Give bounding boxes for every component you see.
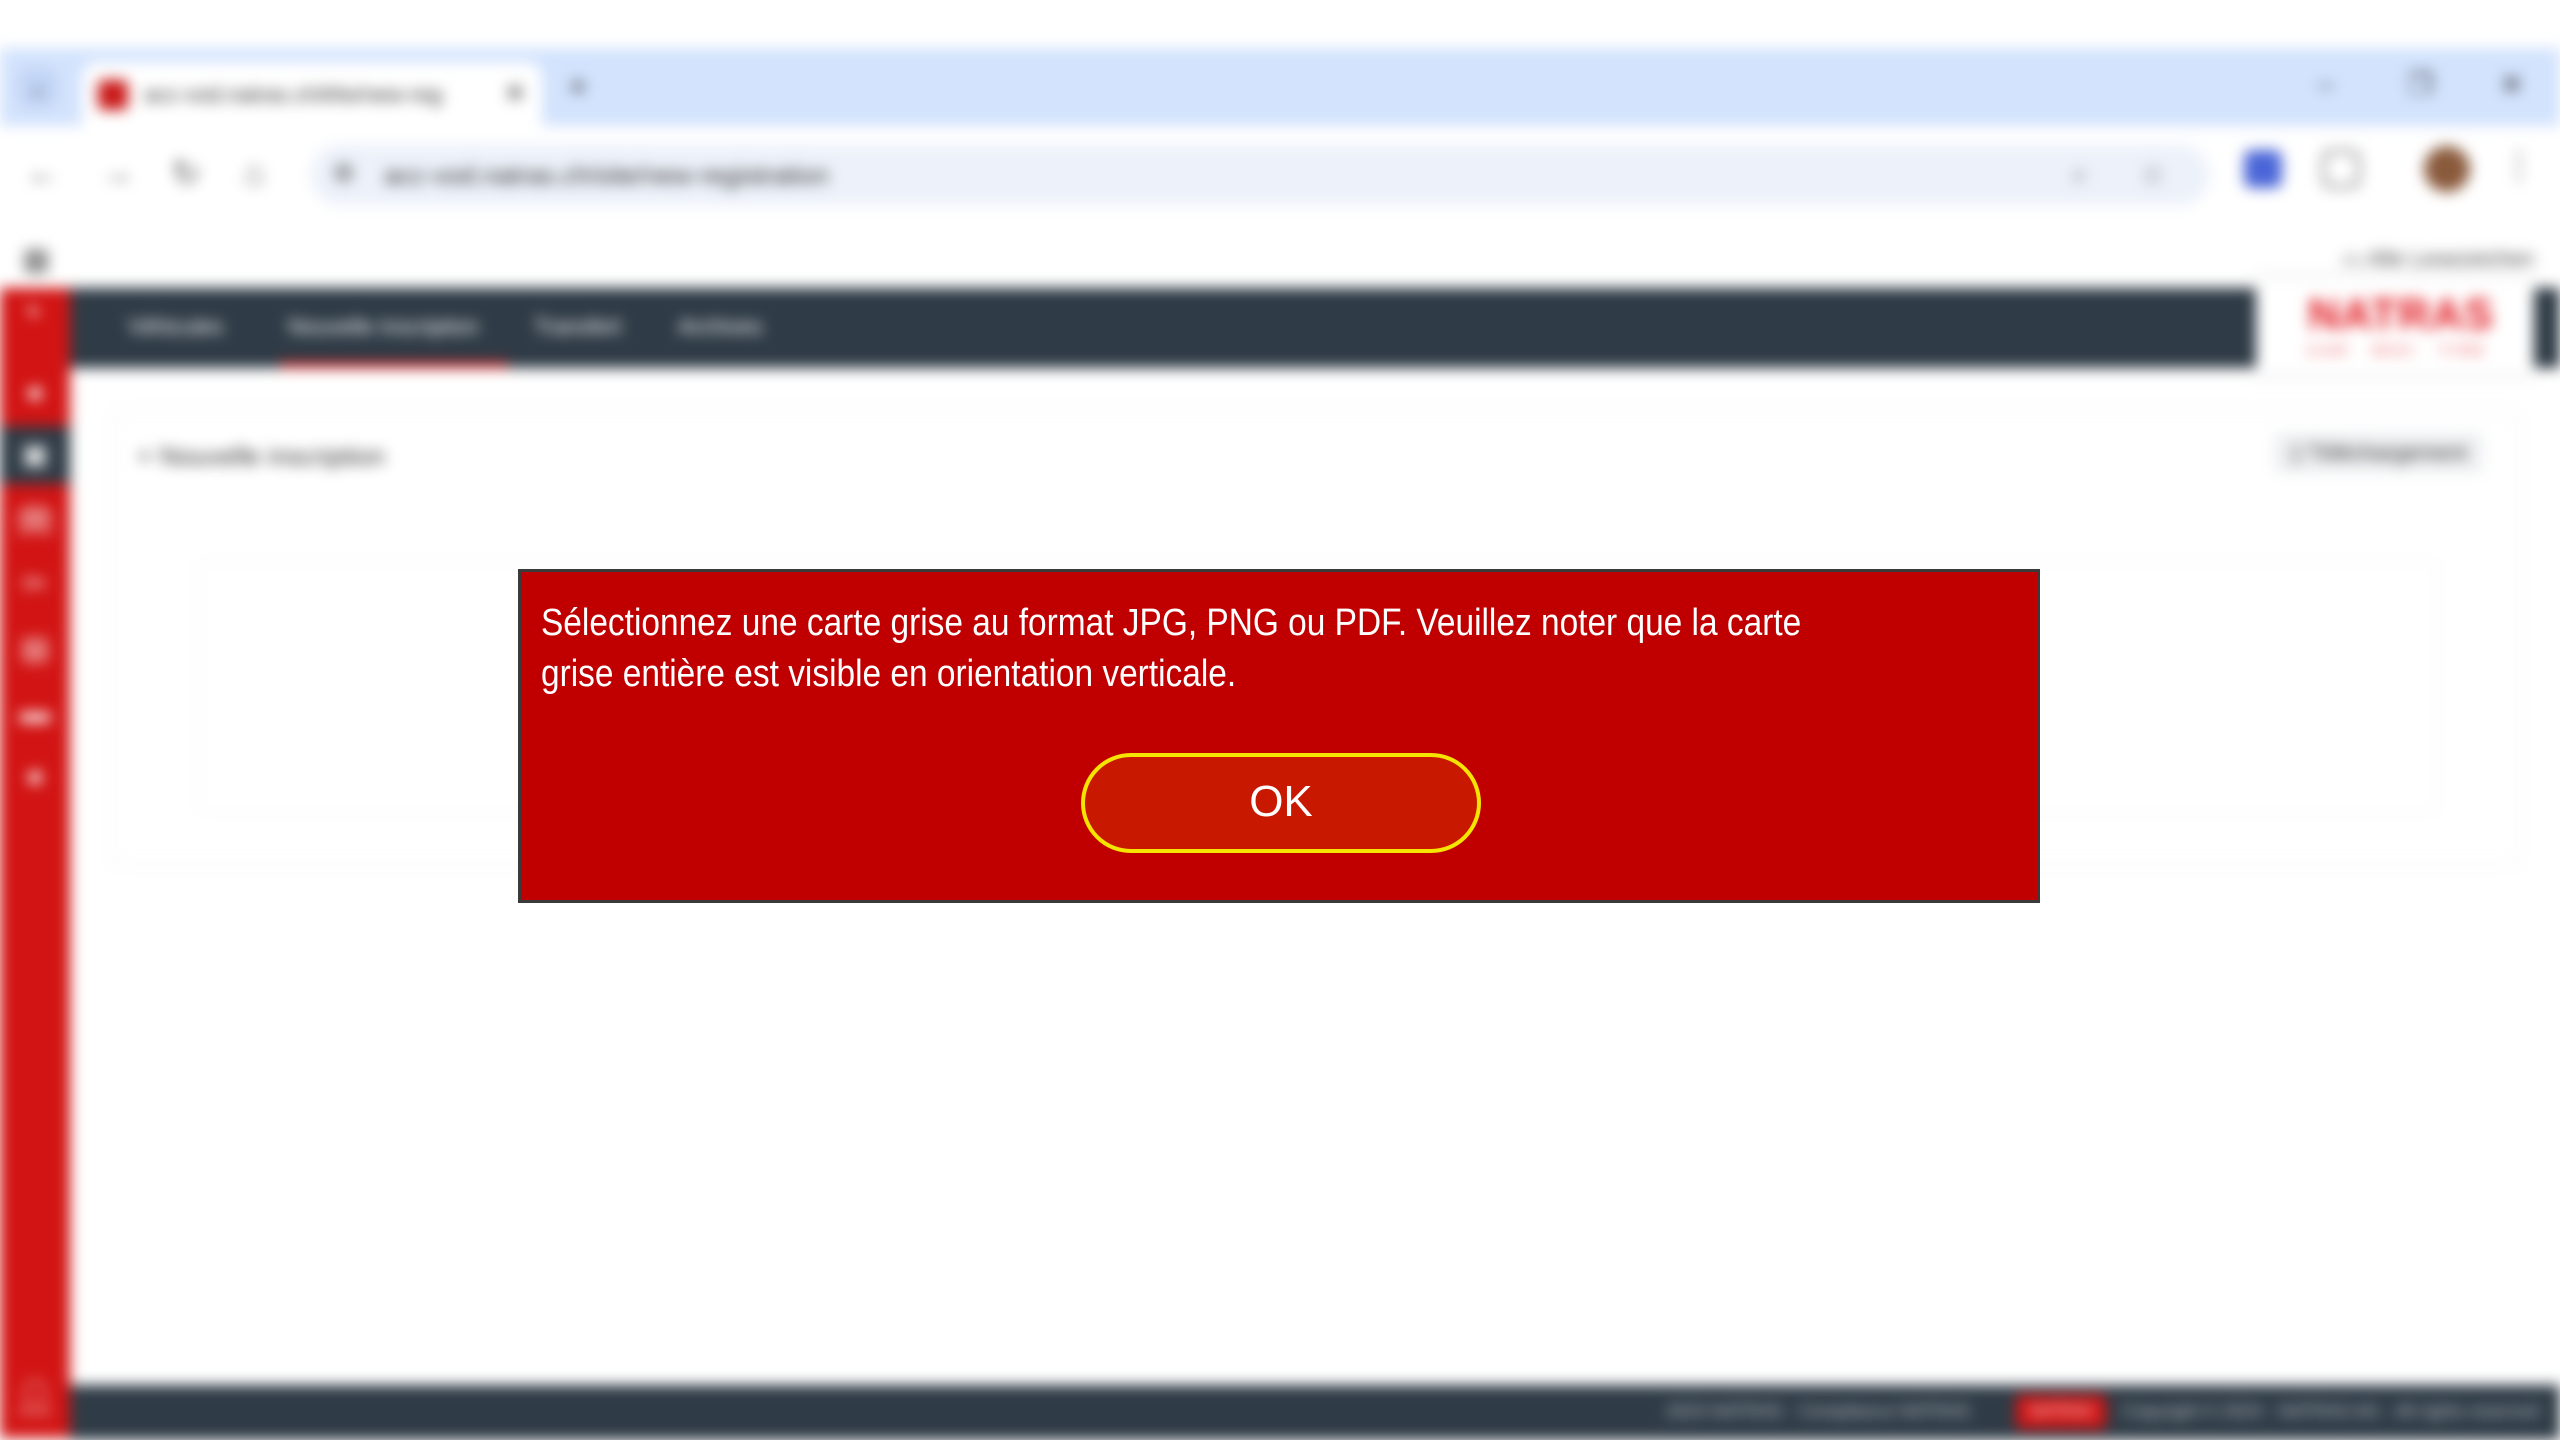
back-icon[interactable]: ← — [26, 154, 60, 193]
tab-close-icon[interactable]: ✕ — [504, 78, 526, 109]
app-sidebar: ◣ ● ▣ 🚘︎ ✂ ▤ ▬ ● 👤︎ — [0, 288, 70, 1438]
browser-toolbar: ← → ↻ ⌂ ⚙ acc-vod.natras.ch/site/new-reg… — [0, 126, 2560, 224]
sidebar-logo-icon: ◣ — [29, 300, 41, 316]
sidebar-item-dashboard-icon[interactable]: ● — [0, 364, 70, 422]
footer-badge: NATRAS — [2016, 1395, 2106, 1429]
upload-button-label: Téléchargement — [2308, 440, 2467, 465]
nav-link-transfer[interactable]: Transfert — [534, 314, 621, 340]
active-nav-indicator — [280, 362, 508, 368]
folder-icon: ▭ — [2341, 246, 2368, 271]
browser-menu-icon[interactable]: ⋮ — [2502, 146, 2536, 186]
file-icon: ▯ — [2290, 440, 2309, 465]
bookmark-star-icon[interactable]: ☆ — [2140, 158, 2165, 191]
app-top-nav: Véhicules Nouvelle inscription Transfert… — [70, 288, 2560, 368]
screen: ⌄ acc-vod.natras.ch/kfw/new-reg ✕ + – ❐ … — [0, 48, 2560, 1440]
new-tab-button[interactable]: + — [568, 68, 588, 107]
user-icon[interactable]: 👤︎ — [0, 1378, 70, 1418]
forward-icon[interactable]: → — [100, 154, 134, 193]
address-bar[interactable]: ⚙ acc-vod.natras.ch/site/new-registratio… — [310, 144, 2210, 206]
alert-dialog: Sélectionnez une carte grise au format J… — [518, 569, 2040, 903]
ok-button[interactable]: OK — [1081, 753, 1481, 853]
favicon-icon — [98, 80, 128, 110]
profile-avatar[interactable] — [2424, 146, 2470, 192]
sidebar-item-help-icon[interactable]: ● — [0, 748, 70, 806]
app-footer: 2023 NATRAS · Compliance NATRAS NATRAS C… — [70, 1385, 2560, 1440]
dialog-message: Sélectionnez une carte grise au format J… — [541, 602, 1802, 695]
brand-name: NATRAS — [2308, 290, 2495, 339]
page-title: + Nouvelle inscription — [137, 441, 385, 472]
extension-icon[interactable] — [2244, 150, 2282, 188]
home-icon[interactable]: ⌂ — [244, 154, 265, 193]
tab-strip: ⌄ acc-vod.natras.ch/kfw/new-reg ✕ + – ❐ … — [0, 48, 2560, 126]
sidebar-item-tools-icon[interactable]: ✂ — [0, 556, 70, 614]
site-info-icon[interactable]: ⚙ — [332, 158, 355, 189]
page-title-text: Nouvelle inscription — [159, 441, 385, 471]
bookmarks-bar: ▦ ▭ Alle Lesezeichen — [0, 224, 2560, 298]
apps-grid-icon[interactable]: ▦ — [22, 242, 50, 277]
sidebar-item-vehicles-icon[interactable]: 🚘︎ — [0, 492, 70, 550]
url-text: acc-vod.natras.ch/site/new-registration — [384, 160, 830, 190]
nav-link-archives[interactable]: Archives — [678, 314, 762, 340]
footer-copyright: Copyright © 2024 · NATRAS AG · All right… — [2122, 1401, 2540, 1421]
brand-tagline: CAR · BOX · TIRE — [2308, 342, 2488, 358]
all-bookmarks-label: Alle Lesezeichen — [2367, 246, 2534, 271]
plus-icon: + — [137, 441, 160, 471]
tab-search-button[interactable]: ⌄ — [18, 68, 58, 108]
zoom-icon[interactable]: ⌕ — [2072, 158, 2088, 191]
minimize-button[interactable]: – — [2318, 68, 2334, 100]
browser-tab[interactable]: acc-vod.natras.ch/kfw/new-reg ✕ — [82, 62, 542, 126]
close-window-button[interactable]: ✕ — [2500, 68, 2523, 101]
footer-left-text: 2023 NATRAS · Compliance NATRAS — [1666, 1401, 1971, 1421]
sidebar-item-documents-icon[interactable]: ▤ — [0, 620, 70, 678]
nav-link-new-registration[interactable]: Nouvelle inscription — [288, 314, 479, 340]
extensions-puzzle-icon[interactable] — [2322, 150, 2360, 188]
tab-title: acc-vod.natras.ch/kfw/new-reg — [144, 82, 443, 107]
nav-link-vehicles[interactable]: Véhicules — [128, 314, 223, 340]
upload-button[interactable]: ▯ Téléchargement — [2274, 433, 2483, 473]
sidebar-item-registration-icon[interactable]: ▣ — [0, 426, 70, 484]
restore-button[interactable]: ❐ — [2408, 68, 2433, 101]
sidebar-item-inbox-icon[interactable]: ▬ — [0, 684, 70, 742]
brand-logo: NATRAS CAR · BOX · TIRE — [2256, 278, 2534, 374]
reload-icon[interactable]: ↻ — [172, 154, 201, 194]
all-bookmarks-folder[interactable]: ▭ Alle Lesezeichen — [2342, 246, 2534, 272]
